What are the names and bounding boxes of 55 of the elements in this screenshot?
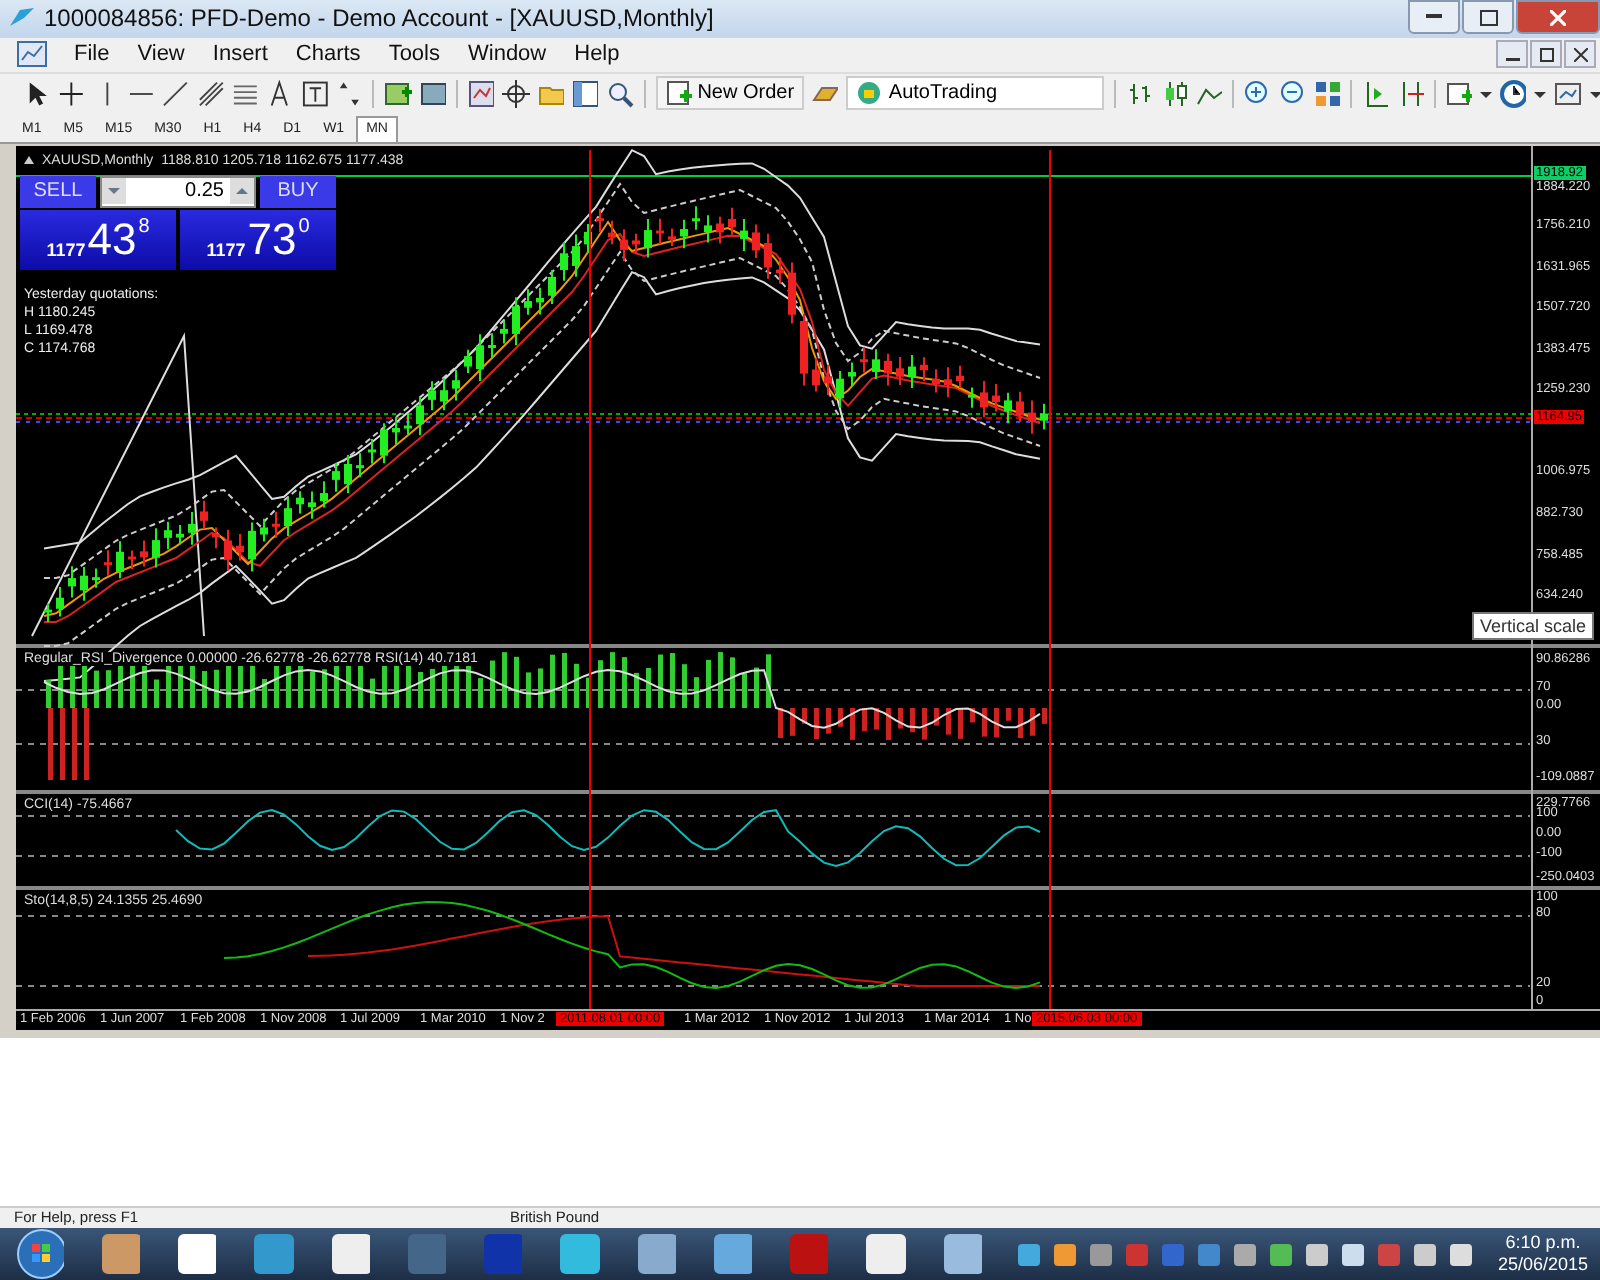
- menu-item[interactable]: Help: [560, 40, 634, 69]
- maximize-button[interactable]: [1462, 0, 1514, 34]
- channel-icon[interactable]: [197, 79, 225, 108]
- start-button[interactable]: [16, 1228, 64, 1280]
- clock-icon[interactable]: [1500, 79, 1527, 108]
- trendline-icon[interactable]: [162, 79, 190, 108]
- minimize-button[interactable]: [1496, 40, 1528, 69]
- arrows-icon[interactable]: [336, 79, 363, 108]
- profiles-icon[interactable]: [419, 79, 447, 108]
- menu-item[interactable]: Window: [454, 40, 561, 69]
- fibonacci-icon[interactable]: [232, 79, 259, 108]
- close-button[interactable]: [1516, 0, 1600, 34]
- indicators-icon[interactable]: [1446, 79, 1473, 108]
- text-icon[interactable]: [266, 79, 294, 108]
- sell-button[interactable]: SELL: [20, 175, 96, 208]
- market-watch-icon[interactable]: [468, 79, 495, 108]
- clock-date: 25/06/2015: [1497, 1254, 1588, 1276]
- zoom-in-icon[interactable]: [1244, 79, 1272, 108]
- minimize-icon: [1426, 14, 1442, 20]
- new-document-icon: [665, 80, 692, 107]
- chart-shift-icon[interactable]: [1362, 79, 1390, 108]
- text-label-icon[interactable]: [301, 79, 329, 108]
- menu-item[interactable]: File: [60, 40, 124, 69]
- maximize-icon: [1479, 9, 1497, 25]
- menu-item[interactable]: Charts: [281, 40, 375, 69]
- restore-icon: [1539, 47, 1553, 62]
- chart-window-icon[interactable]: [16, 40, 48, 69]
- autotrading-button[interactable]: AutoTrading: [846, 76, 1105, 111]
- autoscroll-icon[interactable]: [1397, 79, 1425, 108]
- minimize-button[interactable]: [1408, 0, 1460, 34]
- menu-item[interactable]: Insert: [198, 40, 282, 69]
- restore-button[interactable]: [1530, 40, 1562, 69]
- tooltip: Vertical scale: [1472, 611, 1595, 640]
- templates-icon[interactable]: [1554, 79, 1582, 108]
- search-icon[interactable]: [606, 79, 634, 108]
- new-order-button[interactable]: New Order: [655, 76, 805, 111]
- bar-chart-icon[interactable]: [1126, 79, 1154, 108]
- collapse-icon[interactable]: [24, 156, 34, 165]
- close-icon: [1550, 9, 1566, 25]
- menu-item[interactable]: Tools: [374, 40, 454, 69]
- crosshair-icon[interactable]: [58, 79, 86, 108]
- close-button[interactable]: [1564, 40, 1596, 69]
- crosshair-icon[interactable]: [502, 79, 530, 108]
- cursor-icon[interactable]: [24, 79, 51, 108]
- menu-item[interactable]: View: [123, 40, 199, 69]
- window-title: 1000084856: PFD-Demo - Demo Account - [XAUUSD,Monthly]: [44, 4, 714, 33]
- tile-windows-icon[interactable]: [1314, 79, 1341, 108]
- close-icon: [1573, 47, 1587, 62]
- clock-time: 6:10 p.m.: [1505, 1232, 1581, 1254]
- new-chart-icon[interactable]: [384, 79, 412, 108]
- candlestick-icon[interactable]: [1161, 79, 1189, 108]
- zoom-out-icon[interactable]: [1279, 79, 1307, 108]
- buy-button[interactable]: BUY: [260, 175, 336, 208]
- window-icon[interactable]: [572, 79, 599, 108]
- robot-icon: [856, 80, 883, 107]
